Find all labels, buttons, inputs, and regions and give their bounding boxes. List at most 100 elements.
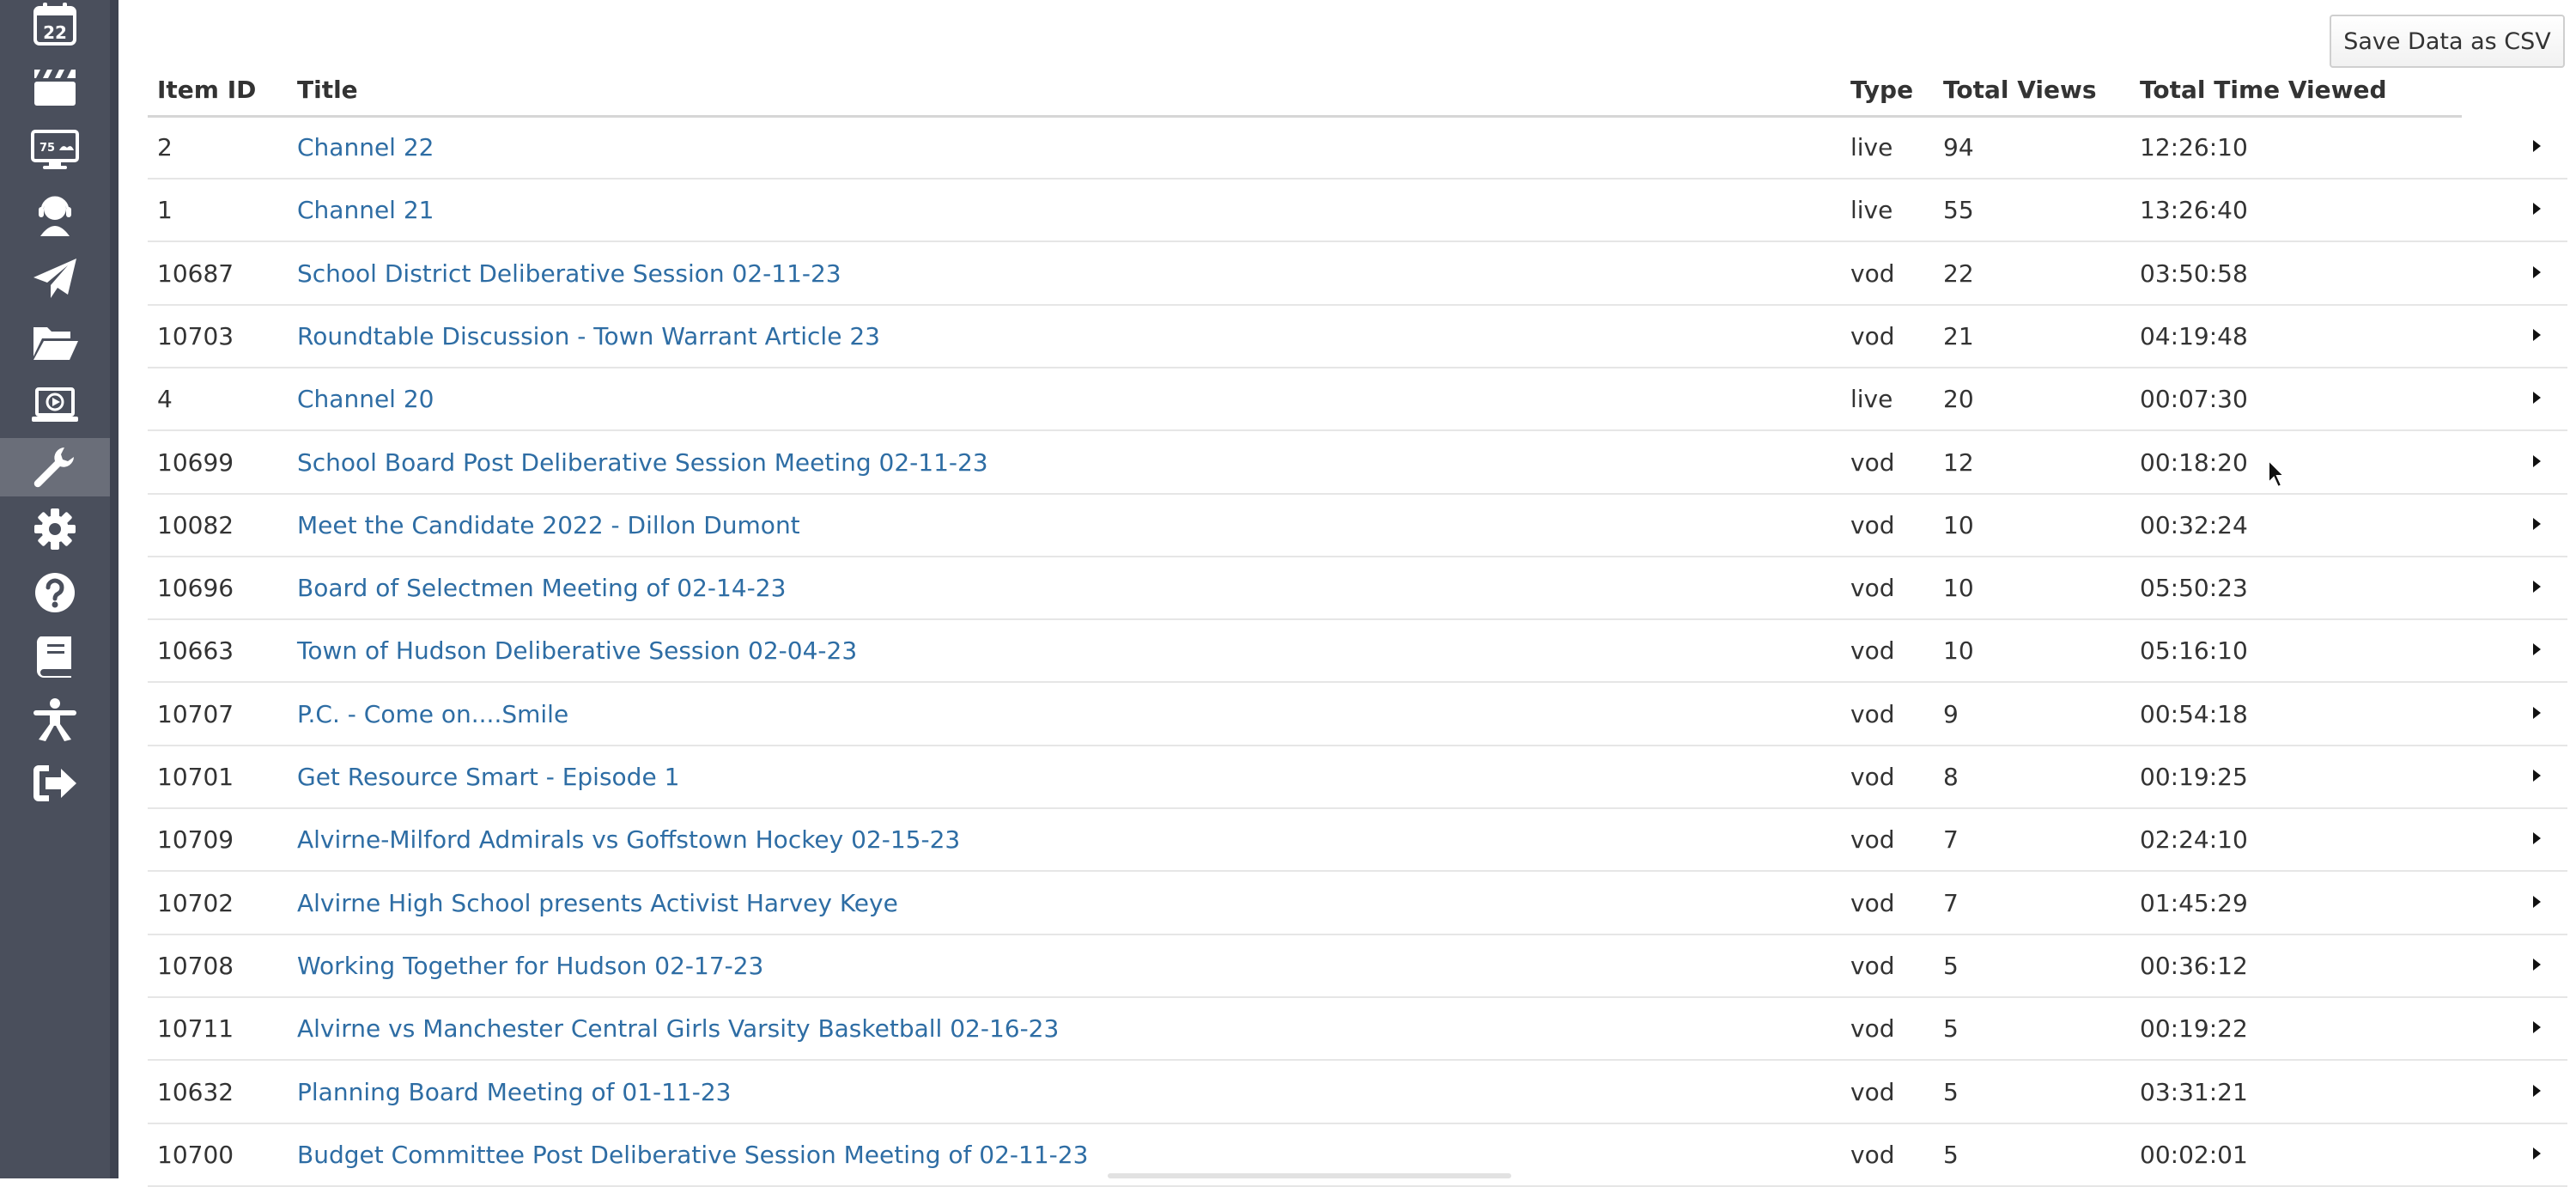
sidebar-item-accessibility[interactable] xyxy=(0,692,110,747)
sidebar-item-video[interactable] xyxy=(0,378,110,433)
laptop-play-icon xyxy=(32,387,78,422)
caret-right-icon xyxy=(2533,265,2541,278)
cell-type: vod xyxy=(1850,636,1895,666)
cell-title-link[interactable]: Planning Board Meeting of 01-11-23 xyxy=(297,1078,731,1106)
cell-total-views: 10 xyxy=(1943,636,1974,666)
table-row: 10699 School Board Post Deliberative Sess… xyxy=(148,430,2567,495)
expand-row-button[interactable] xyxy=(2526,765,2547,786)
expand-row-button[interactable] xyxy=(2526,954,2547,975)
cell-item-id: 10632 xyxy=(157,1077,234,1106)
cell-title-link[interactable]: Roundtable Discussion - Town Warrant Art… xyxy=(297,322,880,350)
cell-item-id: 10701 xyxy=(157,763,234,791)
caret-right-icon xyxy=(2533,1147,2541,1160)
cell-title-link[interactable]: Channel 21 xyxy=(297,196,434,224)
cell-title-link[interactable]: Alvirne High School presents Activist Ha… xyxy=(297,889,898,917)
cell-total-views: 8 xyxy=(1943,763,1959,791)
cell-title-link[interactable]: School Board Post Deliberative Session M… xyxy=(297,448,988,477)
cell-title-link[interactable]: Town of Hudson Deliberative Session 02-0… xyxy=(297,636,857,665)
table-row: 10701 Get Resource Smart - Episode 1 vod 8 0… xyxy=(148,745,2567,809)
cell-total-views: 20 xyxy=(1943,385,1974,414)
expand-row-button[interactable] xyxy=(2526,514,2547,534)
cell-total-views: 9 xyxy=(1943,699,1959,728)
cell-type: vod xyxy=(1850,510,1895,539)
table-row: 10696 Board of Selectmen Meeting of 02-14… xyxy=(148,556,2567,621)
cell-type: live xyxy=(1850,196,1893,225)
cell-total-time: 00:32:24 xyxy=(2140,510,2248,539)
column-header-title[interactable]: Title xyxy=(297,76,358,104)
cell-title-link[interactable]: Channel 20 xyxy=(297,385,434,413)
cell-type: vod xyxy=(1850,951,1895,980)
caret-right-icon xyxy=(2533,454,2541,467)
sidebar-item-settings[interactable] xyxy=(0,502,110,557)
caret-right-icon xyxy=(2533,895,2541,908)
cell-title-link[interactable]: Alvirne-Milford Admirals vs Goffstown Ho… xyxy=(297,825,960,854)
sidebar-item-docs[interactable] xyxy=(0,629,110,684)
expand-row-button[interactable] xyxy=(2526,262,2547,283)
column-header-type[interactable]: Type xyxy=(1850,76,1913,104)
cell-title-link[interactable]: Alvirne vs Manchester Central Girls Vars… xyxy=(297,1014,1059,1043)
caret-right-icon xyxy=(2533,203,2541,216)
cell-title-link[interactable]: Budget Committee Post Deliberative Sessi… xyxy=(297,1141,1088,1169)
sidebar-item-calendar[interactable]: 22 xyxy=(0,0,110,52)
cell-total-time: 05:16:10 xyxy=(2140,636,2248,666)
sidebar-edge xyxy=(110,0,118,1178)
caret-right-icon xyxy=(2533,392,2541,405)
expand-row-button[interactable] xyxy=(2526,828,2547,849)
monitor-icon: 75 xyxy=(31,130,79,169)
cell-total-time: 00:19:25 xyxy=(2140,763,2248,791)
column-header-total-time[interactable]: Total Time Viewed xyxy=(2140,76,2387,104)
cell-item-id: 10707 xyxy=(157,699,234,728)
expand-row-button[interactable] xyxy=(2526,1080,2547,1101)
cell-title-link[interactable]: Get Resource Smart - Episode 1 xyxy=(297,763,679,791)
expand-row-button[interactable] xyxy=(2526,451,2547,472)
sidebar-item-help[interactable] xyxy=(0,565,110,620)
caret-right-icon xyxy=(2533,643,2541,656)
sidebar-item-clapperboard[interactable] xyxy=(0,58,110,113)
cell-total-views: 21 xyxy=(1943,321,1974,350)
save-csv-button[interactable]: Save Data as CSV xyxy=(2330,15,2565,68)
cell-title-link[interactable]: Meet the Candidate 2022 - Dillon Dumont xyxy=(297,511,800,539)
cell-total-time: 01:45:29 xyxy=(2140,888,2248,917)
expand-row-button[interactable] xyxy=(2526,703,2547,723)
sidebar-item-files[interactable] xyxy=(0,314,110,369)
sidebar-item-logout[interactable] xyxy=(0,756,110,811)
monitor-icon-label: 75 xyxy=(39,142,55,155)
horizontal-scrollbar[interactable] xyxy=(1108,1173,1511,1178)
expand-row-button[interactable] xyxy=(2526,198,2547,219)
cell-item-id: 4 xyxy=(157,385,173,414)
table-row: 10632 Planning Board Meeting of 01-11-23 v… xyxy=(148,1060,2567,1124)
expand-row-button[interactable] xyxy=(2526,892,2547,912)
cell-item-id: 10702 xyxy=(157,888,234,917)
cell-type: vod xyxy=(1850,1140,1895,1169)
cell-title-link[interactable]: Board of Selectmen Meeting of 02-14-23 xyxy=(297,574,786,602)
cell-title-link[interactable]: P.C. - Come on....Smile xyxy=(297,700,568,728)
sidebar-item-tools[interactable] xyxy=(0,438,110,496)
cell-total-time: 03:31:21 xyxy=(2140,1077,2248,1106)
cell-total-time: 00:07:30 xyxy=(2140,385,2248,414)
expand-row-button[interactable] xyxy=(2526,639,2547,660)
column-header-item-id[interactable]: Item ID xyxy=(157,76,256,104)
cell-total-views: 7 xyxy=(1943,825,1959,855)
cell-type: vod xyxy=(1850,321,1895,350)
expand-row-button[interactable] xyxy=(2526,325,2547,345)
expand-row-button[interactable] xyxy=(2526,1017,2547,1038)
cell-item-id: 1 xyxy=(157,196,173,225)
cell-type: vod xyxy=(1850,825,1895,855)
caret-right-icon xyxy=(2533,832,2541,845)
cell-type: vod xyxy=(1850,259,1895,288)
sidebar-item-monitor[interactable]: 75 xyxy=(0,122,110,177)
table-row: 10709 Alvirne-Milford Admirals vs Goffsto… xyxy=(148,807,2567,873)
sidebar-item-support[interactable] xyxy=(0,187,110,242)
cell-title-link[interactable]: Channel 22 xyxy=(297,133,434,161)
caret-right-icon xyxy=(2533,581,2541,594)
folder-open-icon xyxy=(33,327,78,360)
sidebar-item-send[interactable] xyxy=(0,251,110,306)
cell-total-views: 10 xyxy=(1943,574,1974,603)
expand-row-button[interactable] xyxy=(2526,387,2547,408)
cell-title-link[interactable]: School District Deliberative Session 02-… xyxy=(297,259,841,288)
cell-title-link[interactable]: Working Together for Hudson 02-17-23 xyxy=(297,952,763,980)
expand-row-button[interactable] xyxy=(2526,1143,2547,1164)
column-header-total-views[interactable]: Total Views xyxy=(1943,76,2097,104)
expand-row-button[interactable] xyxy=(2526,576,2547,597)
expand-row-button[interactable] xyxy=(2526,136,2547,156)
